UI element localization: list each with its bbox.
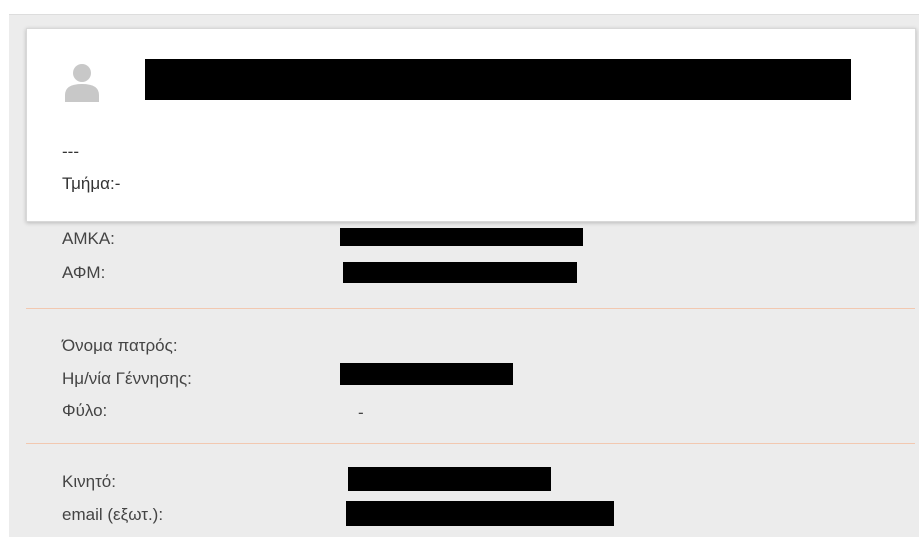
- section-divider: [26, 443, 915, 444]
- redacted-amka: [340, 228, 583, 246]
- section-divider: [26, 308, 915, 309]
- mobile-label: Κινητό:: [62, 472, 116, 491]
- redacted-birth-date: [340, 363, 513, 385]
- placeholder-dashes: ---: [62, 142, 79, 161]
- birth-date-label: Ημ/νία Γέννησης:: [62, 369, 192, 388]
- redacted-mobile: [348, 467, 551, 491]
- father-name-label: Όνομα πατρός:: [62, 336, 178, 355]
- profile-header-card: --- Τμήμα:-: [26, 28, 916, 222]
- user-silhouette-icon: [65, 64, 99, 102]
- redacted-afm: [343, 262, 577, 283]
- gender-label: Φύλο:: [62, 401, 108, 420]
- afm-label: ΑΦΜ:: [62, 263, 106, 282]
- amka-label: ΑΜΚΑ:: [62, 229, 115, 248]
- department-label: Τμήμα:-: [62, 174, 121, 193]
- redacted-email: [346, 501, 614, 526]
- redacted-name: [145, 59, 851, 100]
- gender-value: -: [358, 403, 364, 422]
- email-label: email (εξωτ.):: [62, 505, 164, 524]
